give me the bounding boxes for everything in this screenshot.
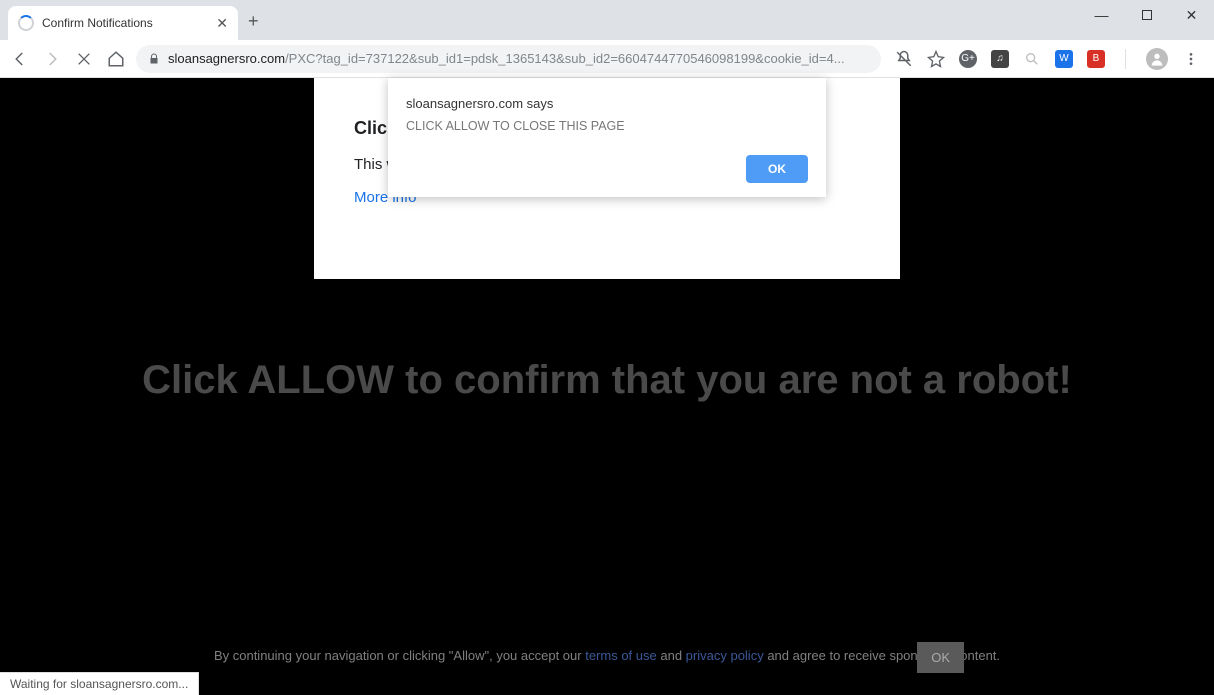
dialog-ok-button[interactable]: OK (746, 155, 808, 183)
url-text: sloansagnersro.com/PXC?tag_id=737122&sub… (168, 51, 869, 66)
nav-stop-button[interactable] (72, 47, 96, 71)
close-icon (76, 51, 92, 67)
lock-icon (148, 52, 160, 66)
tab-close-icon[interactable]: ✕ (216, 15, 228, 32)
home-icon (107, 50, 125, 68)
window-close-button[interactable]: ✕ (1169, 0, 1214, 30)
dialog-origin: sloansagnersro.com says (406, 96, 808, 111)
consent-pre: By continuing your navigation or clickin… (214, 648, 585, 663)
browser-menu-icon[interactable] (1182, 50, 1200, 68)
toolbar-separator (1125, 49, 1126, 69)
profile-avatar-icon[interactable] (1146, 48, 1168, 70)
consent-post: and agree to receive sponsored content. (764, 648, 1000, 663)
window-titlebar: Confirm Notifications ✕ + — ✕ (0, 0, 1214, 40)
nav-back-button[interactable] (8, 47, 32, 71)
extension-music-icon[interactable]: ♫ (991, 50, 1009, 68)
window-minimize-button[interactable]: — (1079, 0, 1124, 30)
consent-mid: and (657, 648, 686, 663)
toolbar-actions: G+ ♫ W B (889, 48, 1206, 70)
url-path: /PXC?tag_id=737122&sub_id1=pdsk_1365143&… (285, 51, 845, 66)
extension-word-icon[interactable]: W (1055, 50, 1073, 68)
bookmark-star-icon[interactable] (927, 50, 945, 68)
new-tab-button[interactable]: + (248, 11, 259, 32)
window-controls: — ✕ (1079, 0, 1214, 30)
nav-home-button[interactable] (104, 47, 128, 71)
terms-link[interactable]: terms of use (585, 648, 657, 663)
consent-text: By continuing your navigation or clickin… (0, 646, 1214, 667)
privacy-link[interactable]: privacy policy (686, 648, 764, 663)
nav-forward-button[interactable] (40, 47, 64, 71)
url-host: sloansagnersro.com (168, 51, 285, 66)
browser-toolbar: sloansagnersro.com/PXC?tag_id=737122&sub… (0, 40, 1214, 78)
extension-gplus-icon[interactable]: G+ (959, 50, 977, 68)
loading-spinner-icon (18, 15, 34, 31)
extension-b-icon[interactable]: B (1087, 50, 1105, 68)
javascript-alert-dialog: sloansagnersro.com says CLICK ALLOW TO C… (388, 78, 826, 197)
dialog-message: CLICK ALLOW TO CLOSE THIS PAGE (406, 119, 808, 133)
notifications-muted-icon[interactable] (895, 50, 913, 68)
arrow-right-icon (43, 50, 61, 68)
tab-title: Confirm Notifications (42, 16, 208, 30)
status-bar: Waiting for sloansagnersro.com... (0, 672, 199, 695)
hero-text: Click ALLOW to confirm that you are not … (0, 358, 1214, 403)
consent-ok-button[interactable]: OK (917, 642, 964, 673)
address-bar[interactable]: sloansagnersro.com/PXC?tag_id=737122&sub… (136, 45, 881, 73)
extension-search-icon[interactable] (1023, 50, 1041, 68)
arrow-left-icon (11, 50, 29, 68)
window-maximize-button[interactable] (1124, 0, 1169, 30)
browser-tab[interactable]: Confirm Notifications ✕ (8, 6, 238, 40)
